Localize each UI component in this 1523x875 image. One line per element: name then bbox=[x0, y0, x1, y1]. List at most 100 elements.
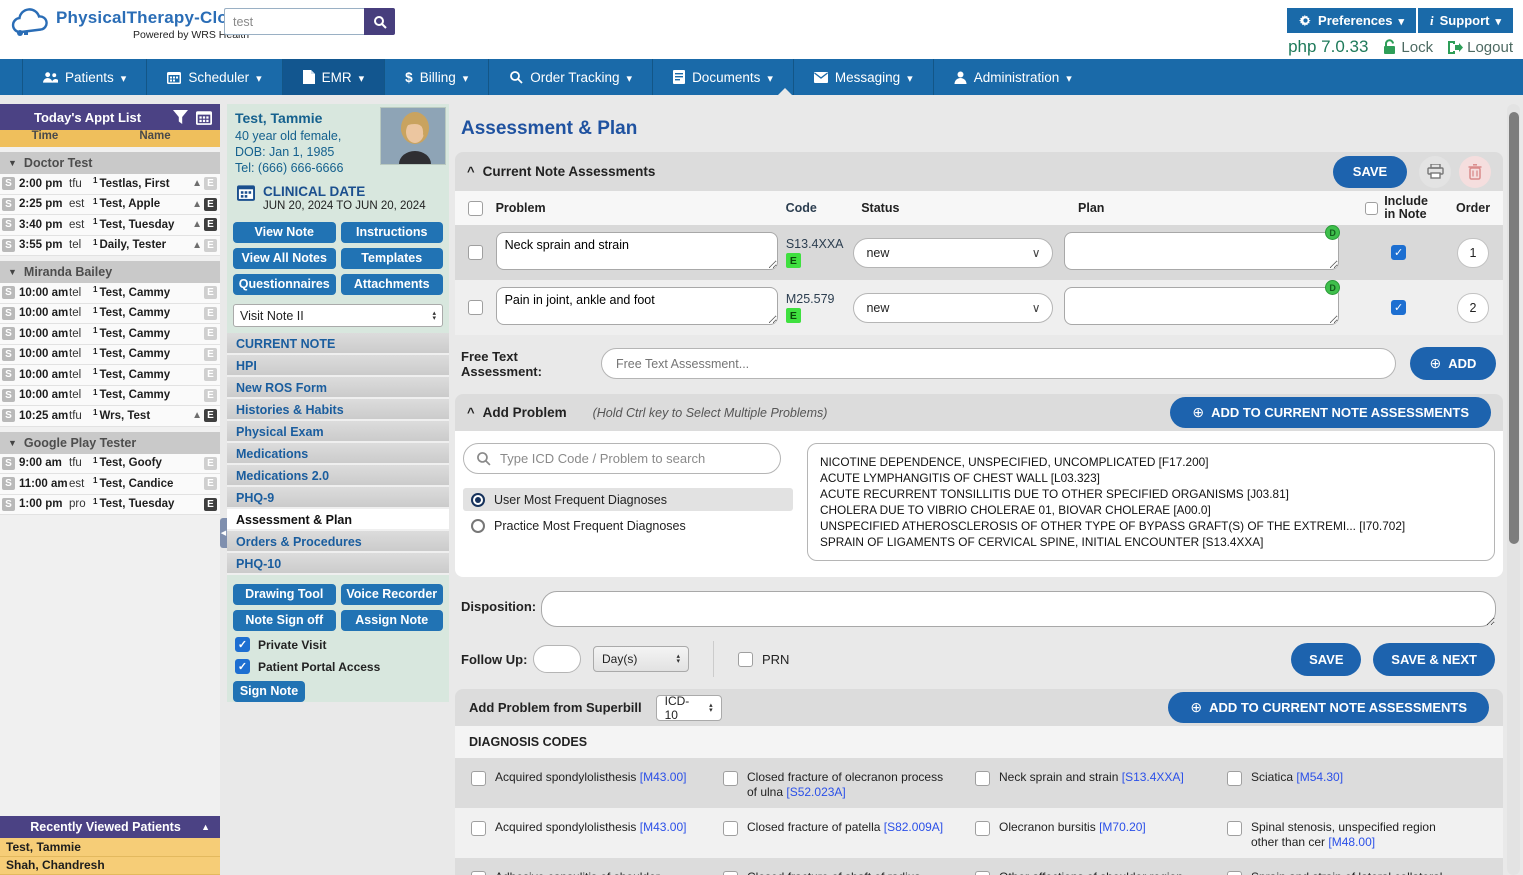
menu-current-note[interactable]: CURRENT NOTE bbox=[227, 333, 449, 355]
support-button[interactable]: i Support bbox=[1418, 8, 1513, 33]
menu-histories-habits[interactable]: Histories & Habits bbox=[227, 399, 449, 421]
nav-documents[interactable]: Documents bbox=[652, 59, 793, 95]
diagnosis-option[interactable]: Other affections of shoulder region, not… bbox=[959, 866, 1211, 875]
diagnosis-option[interactable]: Acquired spondylolisthesis [M43.00] bbox=[455, 816, 707, 850]
checkbox[interactable] bbox=[723, 771, 738, 786]
delete-button[interactable] bbox=[1459, 156, 1491, 188]
provider-group-google-play-tester[interactable]: ▼Google Play Tester bbox=[0, 432, 220, 454]
encounter-icon[interactable] bbox=[204, 327, 217, 340]
save-and-next-button[interactable]: SAVE & NEXT bbox=[1373, 643, 1495, 676]
checkbox[interactable] bbox=[1227, 871, 1242, 875]
superbill-icon[interactable] bbox=[2, 286, 15, 299]
vertical-scrollbar[interactable] bbox=[1507, 104, 1520, 875]
radio-icon[interactable] bbox=[471, 519, 485, 533]
encounter-icon[interactable] bbox=[204, 389, 217, 402]
provider-group-doctor-test[interactable]: ▼Doctor Test bbox=[0, 152, 220, 174]
superbill-icon[interactable] bbox=[2, 457, 15, 470]
patient-photo[interactable] bbox=[380, 107, 446, 165]
diagnosis-option[interactable]: Adhesive capsulitis of shoulder [M75.00] bbox=[455, 866, 707, 875]
diagnosis-option[interactable]: Closed fracture of olecranon process of … bbox=[707, 766, 959, 800]
collapse-chevron-icon[interactable]: ^ bbox=[467, 405, 475, 420]
drawing-tool-button[interactable]: Drawing Tool bbox=[233, 584, 336, 605]
questionnaires-button[interactable]: Questionnaires bbox=[233, 274, 336, 295]
frequent-diagnoses-listbox[interactable]: NICOTINE DEPENDENCE, UNSPECIFIED, UNCOMP… bbox=[807, 443, 1495, 561]
save-button[interactable]: SAVE bbox=[1333, 156, 1407, 188]
appt-row[interactable]: 10:25 amtfu1Wrs, Test▲ bbox=[0, 406, 220, 427]
diagnosis-option[interactable]: Closed fracture of patella [S82.009A] bbox=[707, 816, 959, 850]
menu-assessment-plan[interactable]: Assessment & Plan bbox=[227, 509, 449, 531]
checkbox-checked-icon[interactable] bbox=[235, 659, 250, 674]
superbill-icon[interactable] bbox=[2, 498, 15, 511]
checkbox[interactable] bbox=[723, 821, 738, 836]
status-select[interactable]: new bbox=[853, 293, 1053, 323]
lock-button[interactable]: Lock bbox=[1382, 39, 1433, 56]
nav-billing[interactable]: $ Billing bbox=[384, 59, 488, 95]
logout-button[interactable]: Logout bbox=[1447, 39, 1513, 56]
superbill-icon[interactable] bbox=[2, 409, 15, 422]
row-checkbox[interactable] bbox=[468, 245, 483, 260]
global-search-input[interactable] bbox=[224, 8, 364, 35]
add-assessment-button[interactable]: ADD bbox=[1410, 347, 1496, 380]
clinical-date-range[interactable]: JUN 20, 2024 TO JUN 20, 2024 bbox=[263, 200, 426, 212]
superbill-icon[interactable] bbox=[2, 239, 15, 252]
visit-note-select[interactable]: Visit Note II ▴▾ bbox=[233, 304, 443, 327]
diagnosis-option[interactable]: Sprain and strain of lateral collateral … bbox=[1211, 866, 1463, 875]
patient-portal-access-checkbox[interactable]: Patient Portal Access bbox=[235, 659, 441, 674]
preferences-button[interactable]: Preferences bbox=[1287, 8, 1416, 33]
include-in-note-checkbox[interactable] bbox=[1391, 245, 1406, 260]
encounter-icon[interactable] bbox=[204, 239, 217, 252]
superbill-icon[interactable] bbox=[2, 198, 15, 211]
diagnosis-option[interactable]: Closed fracture of shaft of radius (alon… bbox=[707, 866, 959, 875]
encounter-icon[interactable] bbox=[204, 198, 217, 211]
superbill-icon[interactable] bbox=[2, 477, 15, 490]
brand-logo[interactable]: PhysicalTherapy-Cloud Powered by WRS Hea… bbox=[10, 8, 249, 41]
disposition-textarea[interactable] bbox=[541, 591, 1496, 627]
radio-selected-icon[interactable] bbox=[471, 493, 485, 507]
encounter-icon[interactable] bbox=[204, 348, 217, 361]
add-to-current-note-button[interactable]: ADD TO CURRENT NOTE ASSESSMENTS bbox=[1168, 692, 1489, 723]
appt-row[interactable]: 2:00 pmtfu1Testlas, First▲ bbox=[0, 174, 220, 195]
filter-icon[interactable] bbox=[173, 110, 188, 124]
encounter-icon[interactable] bbox=[204, 457, 217, 470]
print-button[interactable] bbox=[1419, 156, 1451, 188]
problem-textarea[interactable]: Neck sprain and strain bbox=[496, 232, 778, 270]
menu-medications-2[interactable]: Medications 2.0 bbox=[227, 465, 449, 487]
checkbox[interactable] bbox=[1227, 771, 1242, 786]
encounter-icon[interactable] bbox=[204, 286, 217, 299]
appt-row[interactable]: 10:00 amtel1Test, Cammy bbox=[0, 283, 220, 304]
calendar-icon[interactable] bbox=[196, 110, 212, 125]
prn-checkbox[interactable] bbox=[738, 652, 753, 667]
appt-row[interactable]: 10:00 amtel1Test, Cammy bbox=[0, 345, 220, 366]
nav-messaging[interactable]: Messaging bbox=[793, 59, 933, 95]
view-all-notes-button[interactable]: View All Notes bbox=[233, 248, 336, 269]
assign-note-button[interactable]: Assign Note bbox=[341, 610, 444, 631]
checkbox[interactable] bbox=[471, 821, 486, 836]
superbill-icon[interactable] bbox=[2, 307, 15, 320]
encounter-icon[interactable] bbox=[204, 368, 217, 381]
follow-up-value-input[interactable] bbox=[533, 645, 581, 673]
provider-group-miranda-bailey[interactable]: ▼Miranda Bailey bbox=[0, 261, 220, 283]
menu-medications[interactable]: Medications bbox=[227, 443, 449, 465]
superbill-icon[interactable] bbox=[2, 177, 15, 190]
checkbox-checked-icon[interactable] bbox=[235, 637, 250, 652]
diagnosis-option[interactable]: Sciatica [M54.30] bbox=[1211, 766, 1463, 800]
save-button[interactable]: SAVE bbox=[1291, 643, 1361, 676]
appt-row[interactable]: 10:00 amtel1Test, Cammy bbox=[0, 365, 220, 386]
select-all-checkbox[interactable] bbox=[468, 201, 483, 216]
nav-administration[interactable]: Administration bbox=[933, 59, 1092, 95]
plan-textarea[interactable] bbox=[1064, 287, 1339, 325]
private-visit-checkbox[interactable]: Private Visit bbox=[235, 637, 441, 652]
status-select[interactable]: new bbox=[853, 238, 1053, 268]
diagnosis-option[interactable]: CHOLERA DUE TO VIBRIO CHOLERAE 01, BIOVA… bbox=[820, 502, 1482, 518]
encounter-icon[interactable] bbox=[204, 177, 217, 190]
sign-note-button[interactable]: Sign Note bbox=[233, 681, 305, 702]
superbill-icon[interactable] bbox=[2, 368, 15, 381]
diagnosis-option[interactable]: Olecranon bursitis [M70.20] bbox=[959, 816, 1211, 850]
templates-button[interactable]: Templates bbox=[341, 248, 444, 269]
diagnosis-option[interactable]: Neck sprain and strain [S13.4XXA] bbox=[959, 766, 1211, 800]
appt-row[interactable]: 3:40 pmest1Test, Tuesday▲ bbox=[0, 215, 220, 236]
appt-row[interactable]: 9:00 amtfu1Test, Goofy bbox=[0, 454, 220, 475]
appt-row[interactable]: 10:00 amtel1Test, Cammy bbox=[0, 386, 220, 407]
checkbox[interactable] bbox=[975, 821, 990, 836]
appt-row[interactable]: 2:25 pmest1Test, Apple▲ bbox=[0, 195, 220, 216]
